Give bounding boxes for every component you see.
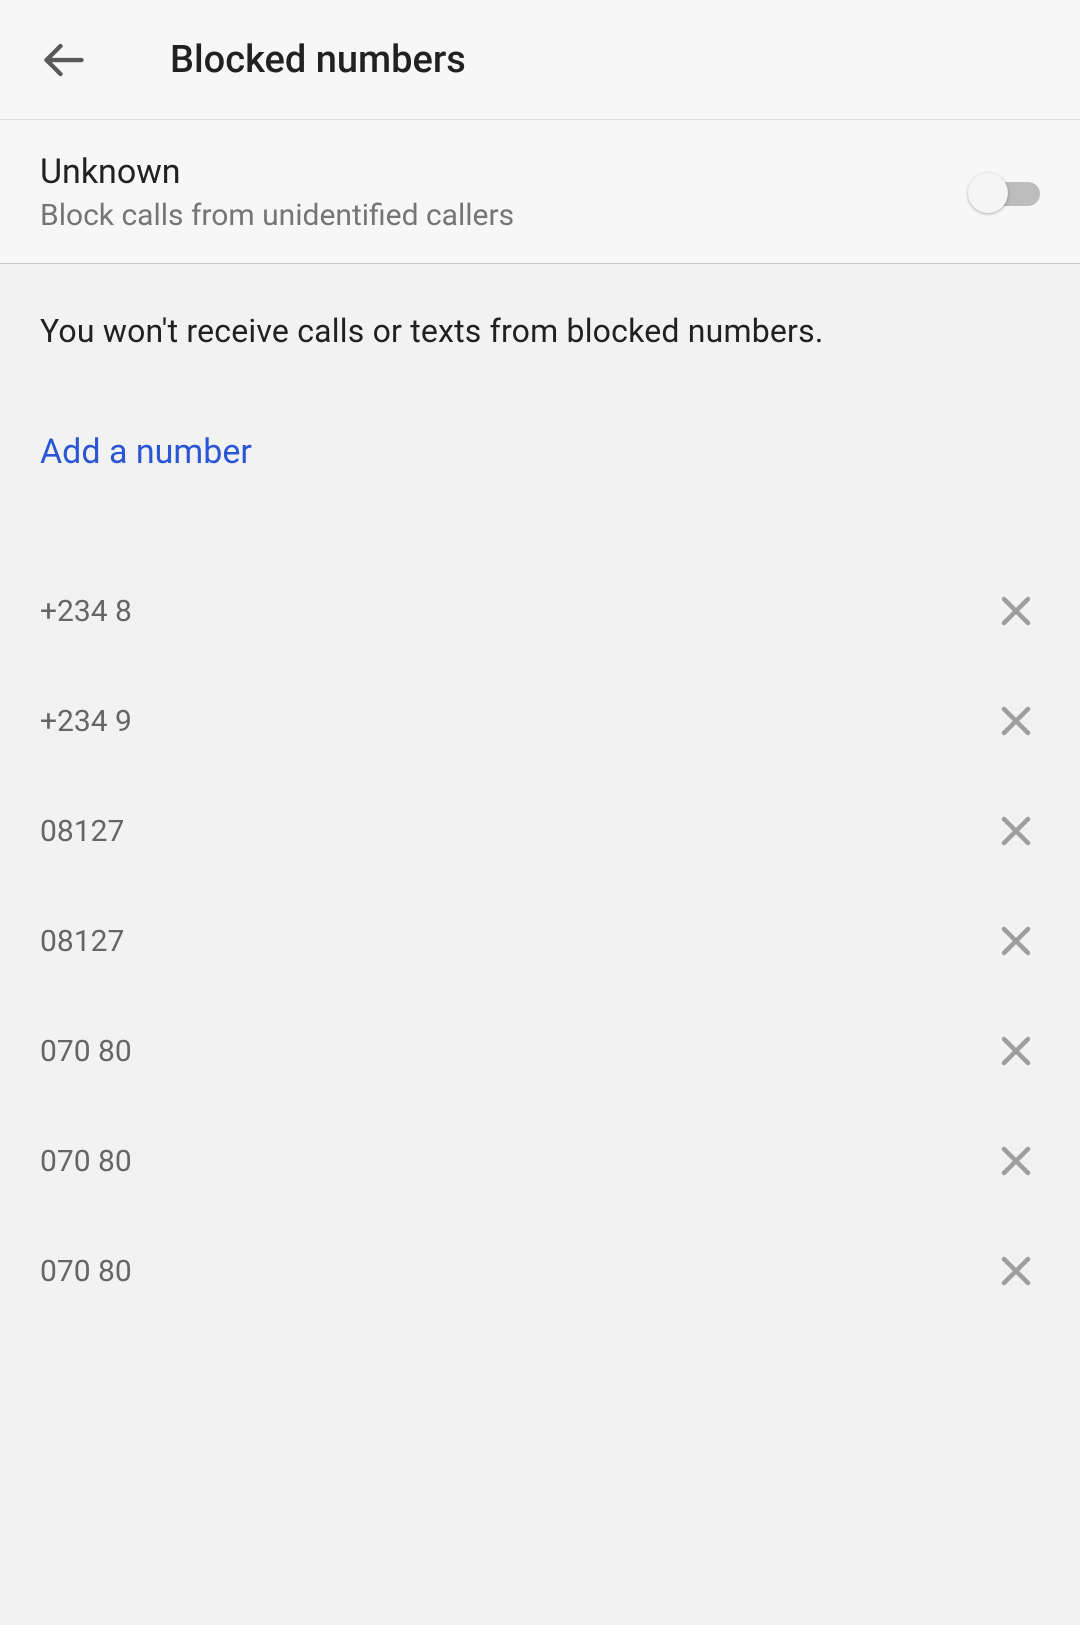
close-icon: [998, 1253, 1034, 1289]
remove-number-button[interactable]: [992, 1137, 1040, 1185]
blocked-number-text: 070 80: [40, 1034, 132, 1069]
close-icon: [998, 1033, 1034, 1069]
blocked-number-text: 070 80: [40, 1254, 132, 1289]
blocked-number-text: 08127: [40, 814, 124, 849]
remove-number-button[interactable]: [992, 697, 1040, 745]
remove-number-button[interactable]: [992, 1247, 1040, 1295]
toggle-knob: [968, 173, 1008, 213]
arrow-back-icon: [43, 39, 85, 81]
remove-number-button[interactable]: [992, 1027, 1040, 1075]
remove-number-button[interactable]: [992, 587, 1040, 635]
close-icon: [998, 593, 1034, 629]
unknown-setting-subtitle: Block calls from unidentified callers: [40, 198, 968, 233]
remove-number-button[interactable]: [992, 807, 1040, 855]
back-button[interactable]: [40, 36, 88, 84]
blocked-number-text: 08127: [40, 924, 124, 959]
unknown-setting-title: Unknown: [40, 152, 968, 192]
blocked-number-row: 070 80: [0, 1216, 1080, 1326]
unknown-toggle[interactable]: [968, 173, 1040, 213]
block-description: You won't receive calls or texts from bl…: [0, 264, 1080, 398]
blocked-number-row: 070 80: [0, 1106, 1080, 1216]
close-icon: [998, 1143, 1034, 1179]
close-icon: [998, 923, 1034, 959]
header: Blocked numbers: [0, 0, 1080, 120]
page-title: Blocked numbers: [170, 38, 466, 82]
close-icon: [998, 703, 1034, 739]
blocked-number-row: 08127: [0, 776, 1080, 886]
blocked-number-list: +234 8 +234 9 08127 08127 070 80 070 80: [0, 506, 1080, 1326]
blocked-number-text: 070 80: [40, 1144, 132, 1179]
blocked-number-row: +234 8: [0, 556, 1080, 666]
blocked-number-text: +234 9: [40, 704, 132, 739]
unknown-setting-text: Unknown Block calls from unidentified ca…: [40, 152, 968, 233]
close-icon: [998, 813, 1034, 849]
remove-number-button[interactable]: [992, 917, 1040, 965]
blocked-number-text: +234 8: [40, 594, 132, 629]
unknown-callers-setting[interactable]: Unknown Block calls from unidentified ca…: [0, 120, 1080, 264]
blocked-number-row: +234 9: [0, 666, 1080, 776]
blocked-number-row: 08127: [0, 886, 1080, 996]
blocked-number-row: 070 80: [0, 996, 1080, 1106]
add-number-button[interactable]: Add a number: [0, 398, 1080, 506]
